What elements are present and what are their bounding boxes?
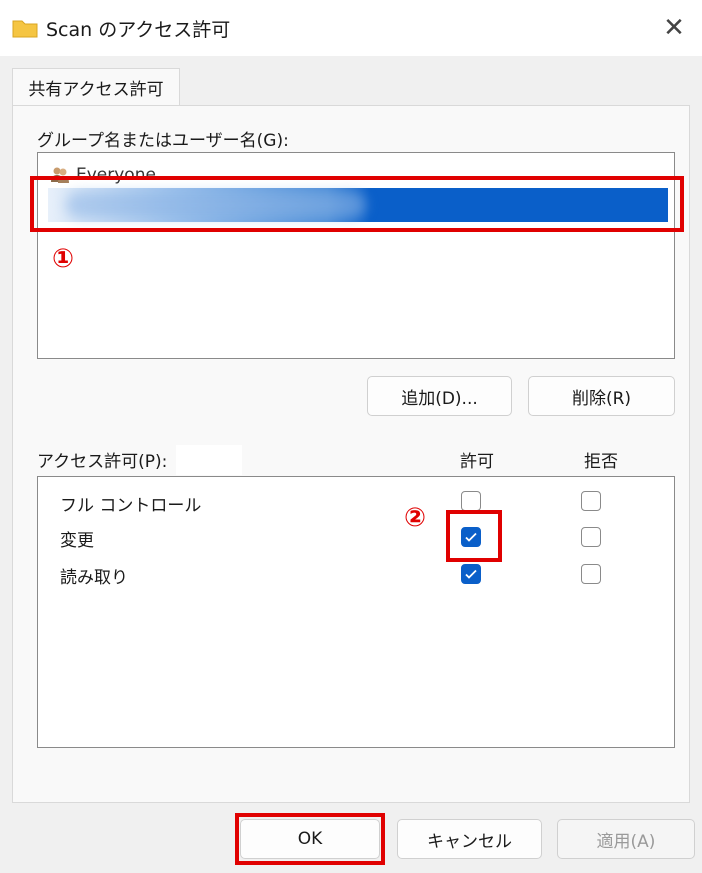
- allow-header: 許可: [460, 452, 494, 472]
- tab-share-permissions[interactable]: 共有アクセス許可: [12, 68, 180, 106]
- allow-read-checkbox[interactable]: [461, 564, 481, 584]
- highlight-box-1: [30, 176, 684, 232]
- apply-button[interactable]: 適用(A): [557, 819, 695, 859]
- title-bar: Scan のアクセス許可 ✕: [0, 0, 702, 56]
- highlight-box-2: [446, 510, 502, 562]
- cancel-button[interactable]: キャンセル: [397, 819, 542, 859]
- highlight-box-ok: [235, 813, 385, 865]
- deny-change-checkbox[interactable]: [581, 527, 601, 547]
- annotation-2: ②: [404, 503, 427, 533]
- tab-label: 共有アクセス許可: [28, 80, 164, 100]
- deny-read-checkbox[interactable]: [581, 564, 601, 584]
- permission-label-change: 変更: [60, 531, 94, 551]
- folder-icon: [12, 20, 38, 38]
- cancel-button-label: キャンセル: [427, 831, 512, 852]
- add-button[interactable]: 追加(D)...: [367, 376, 512, 416]
- deny-full-control-checkbox[interactable]: [581, 491, 601, 511]
- allow-full-control-checkbox[interactable]: [461, 491, 481, 511]
- apply-button-label: 適用(A): [596, 831, 656, 852]
- permissions-list: フル コントロール 変更 読み取り: [37, 476, 675, 748]
- remove-button-label: 削除(R): [571, 388, 632, 409]
- permission-label-read: 読み取り: [60, 568, 128, 588]
- check-icon: [465, 569, 477, 579]
- remove-button[interactable]: 削除(R): [528, 376, 675, 416]
- add-button-label: 追加(D)...: [401, 388, 478, 409]
- group-list-label: グループ名またはユーザー名(G):: [37, 131, 289, 151]
- deny-header: 拒否: [584, 452, 618, 472]
- close-button[interactable]: ✕: [646, 0, 702, 56]
- close-icon: ✕: [663, 13, 685, 43]
- label-patch: [176, 445, 242, 475]
- window-title: Scan のアクセス許可: [46, 19, 231, 41]
- permission-label-full-control: フル コントロール: [60, 496, 202, 516]
- annotation-1: ①: [52, 244, 75, 274]
- permissions-label: アクセス許可(P):: [37, 452, 168, 472]
